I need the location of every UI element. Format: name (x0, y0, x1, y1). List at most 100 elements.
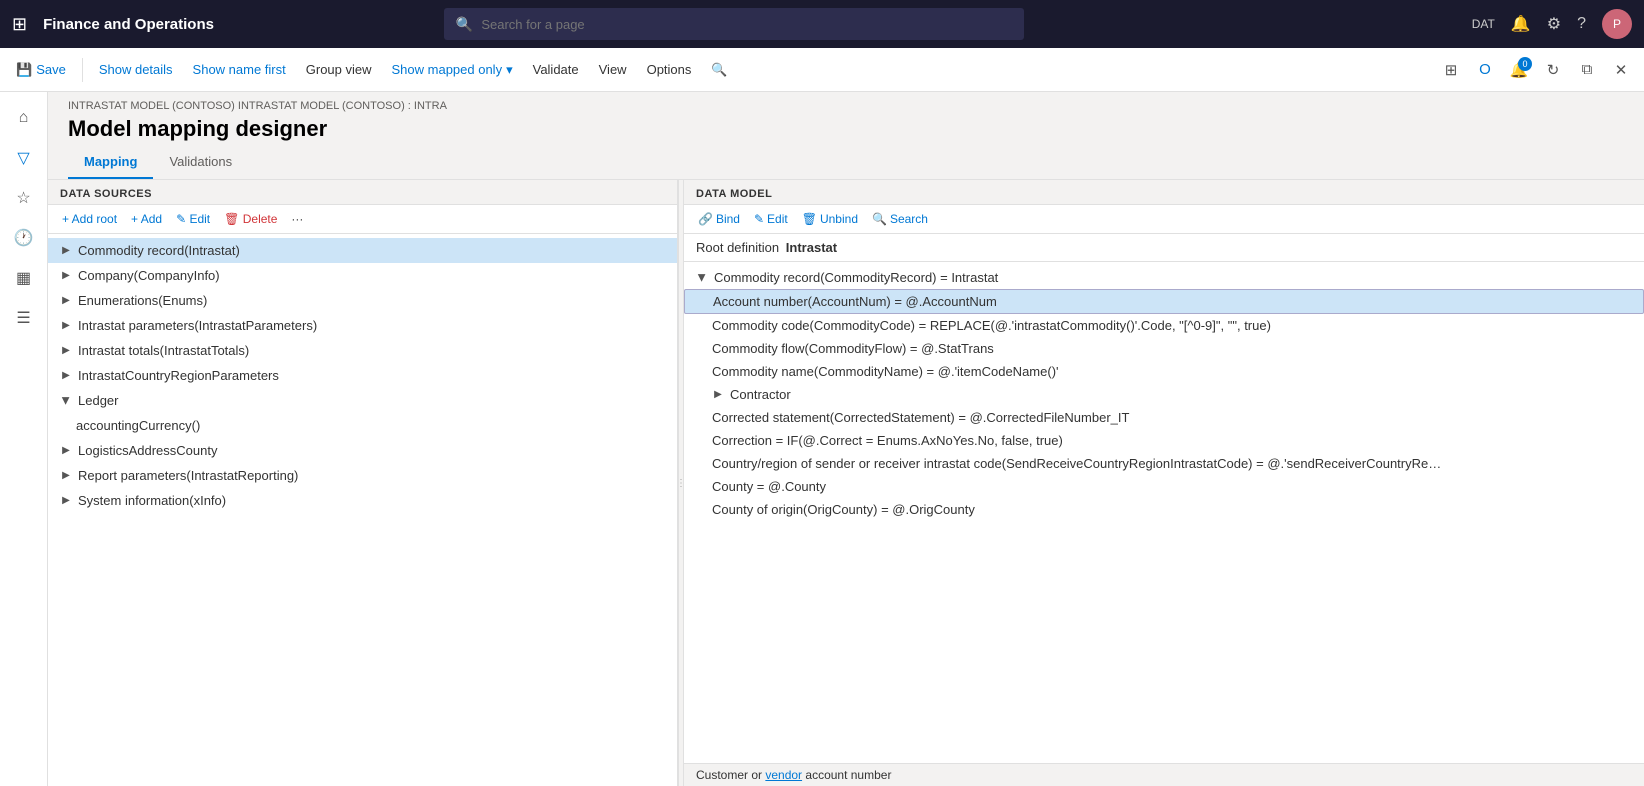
settings-icon[interactable]: ⚙ (1547, 14, 1561, 34)
tree-item-5[interactable]: ▶ IntrastatCountryRegionParameters (48, 363, 677, 388)
search-model-button[interactable]: 🔍 Search (866, 209, 934, 229)
close-icon[interactable]: ✕ (1606, 55, 1636, 85)
model-item-8[interactable]: Country/region of sender or receiver int… (684, 452, 1644, 475)
options-button[interactable]: Options (639, 58, 700, 81)
expand-arrow-8: ▶ (60, 445, 72, 457)
tree-item-label-3: Intrastat parameters(IntrastatParameters… (78, 318, 317, 333)
tree-item-label-5: IntrastatCountryRegionParameters (78, 368, 279, 383)
more-button[interactable]: ··· (285, 209, 309, 229)
view-button[interactable]: View (591, 58, 635, 81)
top-nav: ⊞ Finance and Operations 🔍 DAT 🔔 ⚙ ? P (0, 0, 1644, 48)
model-item-2[interactable]: Commodity code(CommodityCode) = REPLACE(… (684, 314, 1644, 337)
model-item-5[interactable]: ▶ Contractor (684, 383, 1644, 406)
notification-badge-btn[interactable]: 🔔 0 (1504, 55, 1534, 85)
show-mapped-only-button[interactable]: Show mapped only ▾ (384, 58, 521, 82)
root-definition: Root definition Intrastat (684, 234, 1644, 262)
recent-icon[interactable]: 🕐 (6, 220, 42, 256)
model-item-4[interactable]: Commodity name(CommodityName) = @.'itemC… (684, 360, 1644, 383)
search-icon: 🔍 (456, 16, 473, 33)
unbind-button[interactable]: 🗑 Unbind (796, 209, 864, 229)
tree-item-3[interactable]: ▶ Intrastat parameters(IntrastatParamete… (48, 313, 677, 338)
model-item-7[interactable]: Correction = IF(@.Correct = Enums.AxNoYe… (684, 429, 1644, 452)
filter-icon[interactable]: ▽ (6, 140, 42, 176)
toolbar-actions-right: ⊞ O 🔔 0 ↻ ⧉ ✕ (1436, 55, 1636, 85)
office-icon[interactable]: O (1470, 55, 1500, 85)
model-item-6[interactable]: Corrected statement(CorrectedStatement) … (684, 406, 1644, 429)
tree-item-label-6: Ledger (78, 393, 118, 408)
bind-button[interactable]: 🔗 Bind (692, 209, 746, 229)
unbind-icon: 🗑 (802, 212, 817, 226)
search-model-label: Search (890, 212, 928, 226)
model-item-label-2: Commodity code(CommodityCode) = REPLACE(… (712, 318, 1271, 333)
open-external-icon[interactable]: ⧉ (1572, 55, 1602, 85)
calendar-icon[interactable]: ▦ (6, 260, 42, 296)
save-button[interactable]: 💾 Save (8, 58, 74, 82)
show-name-first-button[interactable]: Show name first (185, 58, 294, 81)
group-view-button[interactable]: Group view (298, 58, 380, 81)
side-icons: ⌂ ▽ ☆ 🕐 ▦ ☰ (0, 92, 48, 786)
root-definition-label: Root definition (696, 240, 779, 255)
expand-arrow-6: ▶ (60, 395, 72, 407)
add-button[interactable]: + Add (125, 209, 168, 229)
tree-item-label-9: Report parameters(IntrastatReporting) (78, 468, 298, 483)
show-details-button[interactable]: Show details (91, 58, 181, 81)
left-panel: DATA SOURCES + Add root + Add ✎ Edit 🗑 D… (48, 180, 678, 786)
delete-button[interactable]: 🗑 Delete (218, 209, 283, 229)
model-item-label-10: County of origin(OrigCounty) = @.OrigCou… (712, 502, 975, 517)
tree-item-10[interactable]: ▶ System information(xInfo) (48, 488, 677, 513)
avatar[interactable]: P (1602, 9, 1632, 39)
notification-icon[interactable]: 🔔 (1511, 14, 1531, 34)
model-item-label-5: Contractor (730, 387, 791, 402)
tree-item-label-10: System information(xInfo) (78, 493, 226, 508)
tab-validations[interactable]: Validations (153, 146, 248, 179)
tree-item-6[interactable]: ▶ Ledger (48, 388, 677, 413)
tree-item-7[interactable]: accountingCurrency() (48, 413, 677, 438)
grid-icon[interactable]: ⊞ (1436, 55, 1466, 85)
list-icon[interactable]: ☰ (6, 300, 42, 336)
add-root-button[interactable]: + Add root (56, 209, 123, 229)
tree-item-8[interactable]: ▶ LogisticsAddressCounty (48, 438, 677, 463)
model-expand-5: ▶ (712, 389, 724, 401)
tree-item-1[interactable]: ▶ Company(CompanyInfo) (48, 263, 677, 288)
model-item-0[interactable]: ▶ Commodity record(CommodityRecord) = In… (684, 266, 1644, 289)
toolbar: 💾 Save Show details Show name first Grou… (0, 48, 1644, 92)
save-label: Save (36, 62, 66, 77)
tree-item-label-2: Enumerations(Enums) (78, 293, 207, 308)
refresh-icon[interactable]: ↻ (1538, 55, 1568, 85)
expand-arrow-9: ▶ (60, 470, 72, 482)
model-item-3[interactable]: Commodity flow(CommodityFlow) = @.StatTr… (684, 337, 1644, 360)
tree-item-4[interactable]: ▶ Intrastat totals(IntrastatTotals) (48, 338, 677, 363)
validate-button[interactable]: Validate (525, 58, 587, 81)
unbind-label: Unbind (820, 212, 858, 226)
vendor-link[interactable]: vendor (765, 768, 802, 782)
validate-label: Validate (533, 62, 579, 77)
app-title: Finance and Operations (43, 16, 214, 33)
waffle-icon[interactable]: ⊞ (12, 14, 27, 35)
model-item-10[interactable]: County of origin(OrigCounty) = @.OrigCou… (684, 498, 1644, 521)
model-item-label-8: Country/region of sender or receiver int… (712, 456, 1441, 471)
toolbar-search-button[interactable]: 🔍 (703, 58, 735, 82)
model-item-label-9: County = @.County (712, 479, 826, 494)
datamodel-toolbar: 🔗 Bind ✎ Edit 🗑 Unbind 🔍 Search (684, 205, 1644, 234)
toolbar-sep-1 (82, 58, 83, 82)
tree-item-9[interactable]: ▶ Report parameters(IntrastatReporting) (48, 463, 677, 488)
page-title: Model mapping designer (68, 116, 1624, 142)
tree-item-0[interactable]: ▶ Commodity record(Intrastat) (48, 238, 677, 263)
show-name-first-label: Show name first (193, 62, 286, 77)
edit-model-button[interactable]: ✎ Edit (748, 209, 794, 229)
search-input[interactable] (481, 17, 1012, 32)
tab-mapping[interactable]: Mapping (68, 146, 153, 179)
options-label: Options (647, 62, 692, 77)
tree-item-2[interactable]: ▶ Enumerations(Enums) (48, 288, 677, 313)
home-icon[interactable]: ⌂ (6, 100, 42, 136)
model-tree: ▶ Commodity record(CommodityRecord) = In… (684, 262, 1644, 763)
model-item-label-7: Correction = IF(@.Correct = Enums.AxNoYe… (712, 433, 1063, 448)
favorites-icon[interactable]: ☆ (6, 180, 42, 216)
model-item-9[interactable]: County = @.County (684, 475, 1644, 498)
bind-label: Bind (716, 212, 740, 226)
model-item-1[interactable]: Account number(AccountNum) = @.AccountNu… (684, 289, 1644, 314)
help-icon[interactable]: ? (1577, 15, 1586, 33)
edit-button[interactable]: ✎ Edit (170, 209, 216, 229)
bind-icon: 🔗 (698, 212, 713, 226)
expand-arrow-5: ▶ (60, 370, 72, 382)
